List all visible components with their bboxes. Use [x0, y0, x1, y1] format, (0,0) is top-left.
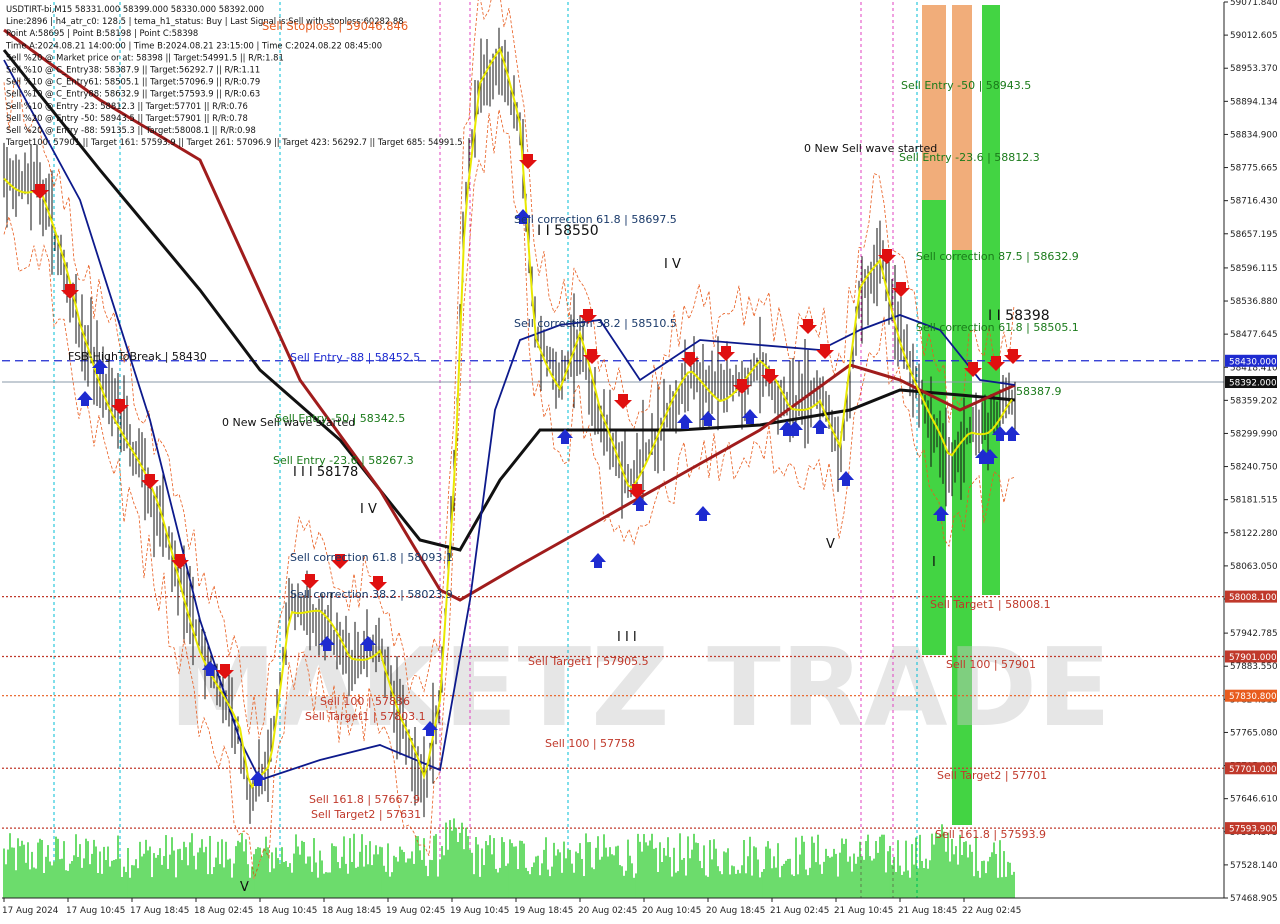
signal-zone-0 — [922, 5, 946, 200]
price-tag-label-1: 58392.000 — [1229, 379, 1277, 389]
y-tick-label: 58596.115 — [1230, 264, 1278, 274]
y-tick-label: 58536.880 — [1230, 297, 1278, 307]
y-tick-label: 58122.280 — [1230, 529, 1278, 539]
annotation-2: 0 New Sell wave started — [804, 142, 937, 155]
price-tag-label-6: 57593.900 — [1229, 825, 1277, 835]
annotation-31: Sell Target2 | 57631 — [311, 808, 421, 821]
header-line-2: Point A:58695 | Point B:58198 | Point C:… — [6, 28, 198, 38]
x-tick-label: 21 Aug 18:45 — [898, 906, 957, 916]
y-tick-label: 58477.645 — [1230, 330, 1278, 340]
annotation-33: V — [240, 880, 249, 895]
header-line-5: Sell %10 @ C_Entry38: 58387.9 || Target:… — [6, 65, 260, 75]
annotation-10: FSB-HighToBreak | 58430 — [68, 350, 207, 363]
annotation-21: I — [932, 555, 936, 570]
annotation-29: Sell Target2 | 57701 — [937, 769, 1047, 782]
header-line-0: USDTIRT-bi,M15 58331.000 58399.000 58330… — [6, 4, 264, 14]
price-chart: MAKETZ TRADE Sell Entry -50 | 58943.5Sel… — [0, 0, 1280, 920]
y-tick-label: 58775.665 — [1230, 164, 1278, 174]
price-tag-label-5: 57701.000 — [1229, 765, 1277, 775]
x-tick-label: 18 Aug 10:45 — [258, 906, 317, 916]
x-tick-label: 21 Aug 02:45 — [770, 906, 829, 916]
y-tick-label: 58716.430 — [1230, 197, 1278, 207]
y-tick-label: 57883.550 — [1230, 662, 1278, 672]
annotation-28: Sell 100 | 57758 — [545, 737, 635, 750]
header-line-10: Sell %20 @ Entry -88: 59135.3 || Target:… — [6, 125, 256, 135]
y-tick-label: 58181.515 — [1230, 496, 1278, 506]
x-tick-label: 18 Aug 02:45 — [194, 906, 253, 916]
annotation-19: Sell correction 38.2 | 58023.9 — [290, 588, 453, 601]
y-tick-label: 58359.202 — [1230, 396, 1278, 406]
price-tag-label-0: 58430.000 — [1229, 357, 1277, 367]
annotation-32: Sell 161.8 | 57593.9 — [935, 828, 1046, 841]
annotation-12: 58387.9 — [1016, 385, 1062, 398]
annotation-24: Sell Target1 | 57905.5 — [528, 655, 649, 668]
annotation-23: I I I — [617, 630, 637, 645]
y-tick-label: 59071.840 — [1230, 0, 1278, 8]
y-tick-label: 58299.990 — [1230, 429, 1278, 439]
annotation-5: I V — [664, 257, 681, 272]
y-tick-label: 57942.785 — [1230, 629, 1278, 639]
stoploss-label: Sell Stoploss | 59046.846 — [262, 19, 408, 33]
header-line-4: Sell %20 @ Market price or at: 58398 || … — [6, 52, 284, 62]
y-tick-label: 58953.370 — [1230, 64, 1278, 74]
price-tag-label-3: 57901.000 — [1229, 653, 1277, 663]
x-tick-label: 17 Aug 2024 — [2, 906, 59, 916]
x-tick-label: 21 Aug 10:45 — [834, 906, 893, 916]
x-tick-label: 17 Aug 18:45 — [130, 906, 189, 916]
x-tick-label: 19 Aug 02:45 — [386, 906, 445, 916]
signal-zone-2 — [952, 5, 972, 250]
chart-root: MAKETZ TRADE Sell Entry -50 | 58943.5 Sel… — [0, 0, 1280, 920]
annotation-20: V — [826, 537, 835, 552]
y-tick-label: 58240.750 — [1230, 463, 1278, 473]
x-tick-label: 18 Aug 18:45 — [322, 906, 381, 916]
header-line-11: Target100: 57901 || Target 161: 57593.9 … — [5, 137, 463, 147]
header-line-7: Sell %10 @ C_Entry88: 58632.9 || Target:… — [6, 89, 260, 99]
y-tick-label: 58834.900 — [1230, 130, 1278, 140]
header-line-9: Sell %20 @ Entry -50: 58943.5 || Target:… — [6, 113, 248, 123]
annotation-18: Sell correction 61.8 | 58093.1 — [290, 551, 453, 564]
y-tick-label: 58894.134 — [1230, 97, 1278, 107]
y-tick-label: 57468.905 — [1230, 894, 1278, 904]
annotation-9: Sell correction 38.2 | 58510.5 — [514, 317, 677, 330]
y-tick-label: 57528.140 — [1230, 861, 1278, 871]
y-tick-label: 58657.195 — [1230, 230, 1278, 240]
y-tick-label: 57646.610 — [1230, 795, 1278, 805]
annotation-6: Sell correction 87.5 | 58632.9 — [916, 250, 1079, 263]
annotation-11: Sell Entry -88 | 58452.5 — [290, 351, 420, 364]
annotation-4: I I 58550 — [537, 223, 599, 239]
annotation-25: Sell 100 | 57901 — [946, 658, 1036, 671]
y-tick-label: 58063.050 — [1230, 562, 1278, 572]
annotation-0: Sell Entry -50 | 58943.5 — [901, 79, 1031, 92]
price-tag-label-4: 57830.800 — [1229, 692, 1277, 702]
y-tick-label: 59012.605 — [1230, 31, 1278, 41]
header-line-8: Sell %10 @ Entry -23: 58812.3 || Target:… — [6, 101, 248, 111]
annotation-14: Sell Entry -50 | 58342.5 — [275, 412, 405, 425]
annotation-8: Sell correction 61.8 | 58505.1 — [916, 321, 1079, 334]
annotation-22: Sell Target1 | 58008.1 — [930, 598, 1051, 611]
header-line-3: Time A:2024.08.21 14:00:00 | Time B:2024… — [5, 40, 382, 50]
annotation-26: Sell 100 | 57836 — [320, 695, 410, 708]
annotation-30: Sell 161.8 | 57667.9 — [309, 793, 420, 806]
annotation-27: Sell Target1 | 57803.1 — [305, 710, 426, 723]
annotation-16: I I I 58178 — [293, 465, 358, 480]
x-tick-label: 20 Aug 10:45 — [642, 906, 701, 916]
annotation-17: I V — [360, 502, 377, 517]
x-tick-label: 19 Aug 18:45 — [514, 906, 573, 916]
x-tick-label: 17 Aug 10:45 — [66, 906, 125, 916]
y-tick-label: 57765.080 — [1230, 728, 1278, 738]
x-tick-label: 20 Aug 18:45 — [706, 906, 765, 916]
x-tick-label: 20 Aug 02:45 — [578, 906, 637, 916]
price-tag-label-2: 58008.100 — [1229, 593, 1277, 603]
x-tick-label: 22 Aug 02:45 — [962, 906, 1021, 916]
x-tick-label: 19 Aug 10:45 — [450, 906, 509, 916]
signal-zone-4 — [982, 5, 1000, 595]
header-line-6: Sell %10 @ C_Entry61: 58505.1 || Target:… — [6, 77, 260, 87]
